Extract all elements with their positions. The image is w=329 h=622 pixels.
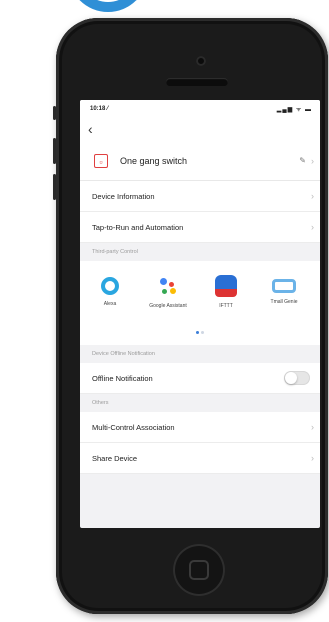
back-chevron-icon[interactable]: ‹: [88, 121, 93, 137]
earpiece-speaker: [166, 78, 228, 86]
menu-label: Tap-to-Run and Automation: [92, 222, 184, 232]
third-party-label: Alexa: [103, 301, 117, 307]
chevron-right-icon: ›: [311, 453, 314, 463]
chevron-right-icon: ›: [311, 156, 314, 166]
menu-device-information[interactable]: Device Information ›: [80, 181, 320, 212]
phone-frame: 10:18 ⁄ ▂▄▆ ᯤ ▬ ‹ ▫ One gang switch ✎ › …: [53, 18, 328, 614]
status-bar: 10:18 ⁄ ▂▄▆ ᯤ ▬: [80, 100, 320, 118]
tmall-genie-icon: [272, 279, 296, 293]
brand-logo-arc: [68, 0, 148, 12]
page-dot: [201, 331, 204, 334]
menu-share-device[interactable]: Share Device ›: [80, 443, 320, 474]
status-icons: ▂▄▆ ᯤ ▬: [276, 107, 312, 113]
switch-device-icon: ▫: [94, 154, 108, 168]
section-title-others: Others: [92, 400, 109, 406]
chevron-right-icon: ›: [311, 222, 314, 232]
device-header-row[interactable]: ▫ One gang switch ✎ ›: [80, 142, 320, 181]
edit-pencil-icon[interactable]: ✎: [299, 156, 306, 165]
page-dot-active: [196, 331, 199, 334]
third-party-label: IFTTT: [219, 303, 233, 309]
volume-up-button: [53, 138, 56, 164]
menu-label: Multi-Control Association: [92, 422, 175, 432]
menu-label: Share Device: [92, 453, 138, 463]
menu-tap-to-run[interactable]: Tap-to-Run and Automation ›: [80, 212, 320, 243]
offline-notification-label: Offline Notification: [92, 373, 153, 383]
phone-screen: 10:18 ⁄ ▂▄▆ ᯤ ▬ ‹ ▫ One gang switch ✎ › …: [80, 100, 320, 528]
home-button[interactable]: [173, 544, 225, 596]
mute-switch: [53, 106, 56, 120]
carousel-page-indicator: [80, 321, 320, 339]
volume-down-button: [53, 174, 56, 200]
status-time: 10:18 ⁄: [90, 106, 109, 112]
third-party-label: Tmall Genie: [270, 299, 298, 305]
menu-label: Device Information: [92, 191, 155, 201]
google-assistant-icon: [157, 275, 179, 297]
ifttt-icon: [215, 275, 237, 297]
section-title-offline: Device Offline Notification: [92, 351, 155, 357]
third-party-tmall-genie[interactable]: Tmall Genie: [256, 275, 312, 305]
third-party-label: Google Assistant: [149, 303, 187, 309]
nav-bar: ‹: [80, 118, 320, 142]
section-title-third-party: Third-party Control: [92, 249, 138, 255]
chevron-right-icon: ›: [311, 422, 314, 432]
menu-multi-control-association[interactable]: Multi-Control Association ›: [80, 412, 320, 443]
offline-notification-toggle[interactable]: [284, 371, 310, 385]
third-party-alexa[interactable]: Alexa: [82, 275, 138, 307]
third-party-carousel: Alexa Google Assistant IFTTT Tmall Genie: [80, 261, 320, 345]
alexa-icon: [101, 277, 119, 295]
third-party-google-assistant[interactable]: Google Assistant: [140, 275, 196, 309]
chevron-right-icon: ›: [311, 191, 314, 201]
third-party-ifttt[interactable]: IFTTT: [198, 275, 254, 309]
home-square-icon: [189, 560, 209, 580]
front-camera: [196, 56, 206, 66]
device-name: One gang switch: [120, 156, 188, 166]
offline-notification-row: Offline Notification: [80, 363, 320, 394]
